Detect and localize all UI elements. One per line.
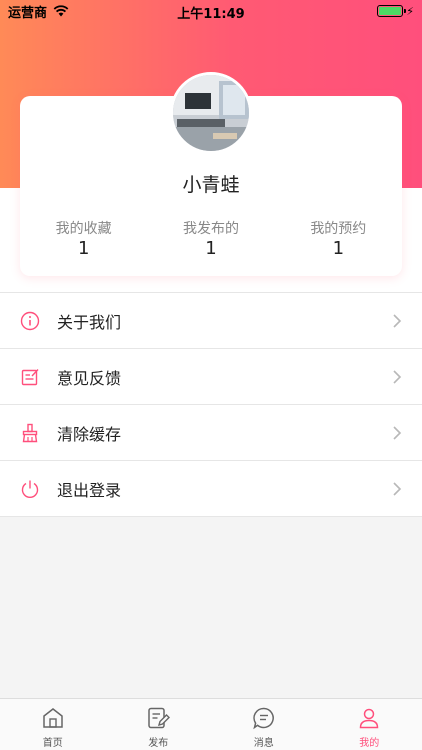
stat-label: 我的预约 — [310, 221, 367, 237]
menu-item-clear-cache[interactable]: 清除缓存 — [0, 405, 422, 461]
stat-favorites[interactable]: 我的收藏 1 — [20, 218, 147, 259]
status-left: 运营商 — [8, 2, 69, 21]
tab-bar: 首页 发布 消息 我的 — [0, 698, 422, 750]
tab-profile[interactable]: 我的 — [317, 699, 422, 750]
status-right: ⚡ — [377, 5, 414, 18]
wifi-icon — [53, 5, 69, 17]
stat-appointments[interactable]: 我的预约 1 — [275, 218, 402, 259]
tab-messages[interactable]: 消息 — [211, 699, 317, 750]
stat-value: 1 — [332, 238, 345, 259]
tab-label: 我的 — [359, 738, 380, 749]
carrier-label: 运营商 — [8, 5, 48, 21]
stat-published[interactable]: 我发布的 1 — [147, 218, 274, 259]
menu-item-label: 意见反馈 — [57, 368, 122, 388]
stat-label: 我发布的 — [182, 221, 239, 237]
tab-label: 发布 — [148, 738, 169, 749]
chevron-right-icon — [393, 314, 402, 328]
status-bar: 运营商 上午11:49 ⚡ — [0, 0, 422, 23]
tab-label: 消息 — [253, 738, 274, 749]
stat-value: 1 — [77, 238, 90, 259]
publish-icon — [148, 707, 171, 729]
battery-icon — [377, 5, 407, 17]
profile-stats: 我的收藏 1 我发布的 1 我的预约 1 — [20, 218, 402, 259]
tab-home[interactable]: 首页 — [0, 699, 106, 750]
tab-publish[interactable]: 发布 — [106, 699, 212, 750]
profile-icon — [359, 708, 379, 729]
home-icon — [43, 708, 63, 728]
user-name: 小青蛙 — [182, 174, 240, 196]
tab-label: 首页 — [42, 738, 63, 749]
message-icon — [253, 707, 274, 730]
avatar[interactable] — [170, 72, 252, 154]
menu-item-feedback[interactable]: 意见反馈 — [0, 349, 422, 405]
menu-item-label: 关于我们 — [57, 312, 122, 332]
menu-item-logout[interactable]: 退出登录 — [0, 461, 422, 517]
chevron-right-icon — [393, 426, 402, 440]
chevron-right-icon — [393, 482, 402, 496]
clear-cache-icon — [22, 423, 38, 443]
menu-item-label: 清除缓存 — [57, 424, 122, 444]
chevron-right-icon — [393, 370, 402, 384]
avatar-image — [173, 75, 249, 151]
settings-menu: 关于我们 意见反馈 清除缓存 退出登录 — [0, 292, 422, 517]
stat-value: 1 — [205, 238, 217, 259]
menu-item-about-us[interactable]: 关于我们 — [0, 293, 422, 349]
feedback-icon — [21, 369, 39, 386]
stat-label: 我的收藏 — [55, 221, 112, 237]
charging-icon: ⚡ — [406, 4, 414, 18]
power-icon — [21, 480, 39, 498]
info-icon — [20, 311, 40, 331]
menu-item-label: 退出登录 — [57, 480, 122, 500]
